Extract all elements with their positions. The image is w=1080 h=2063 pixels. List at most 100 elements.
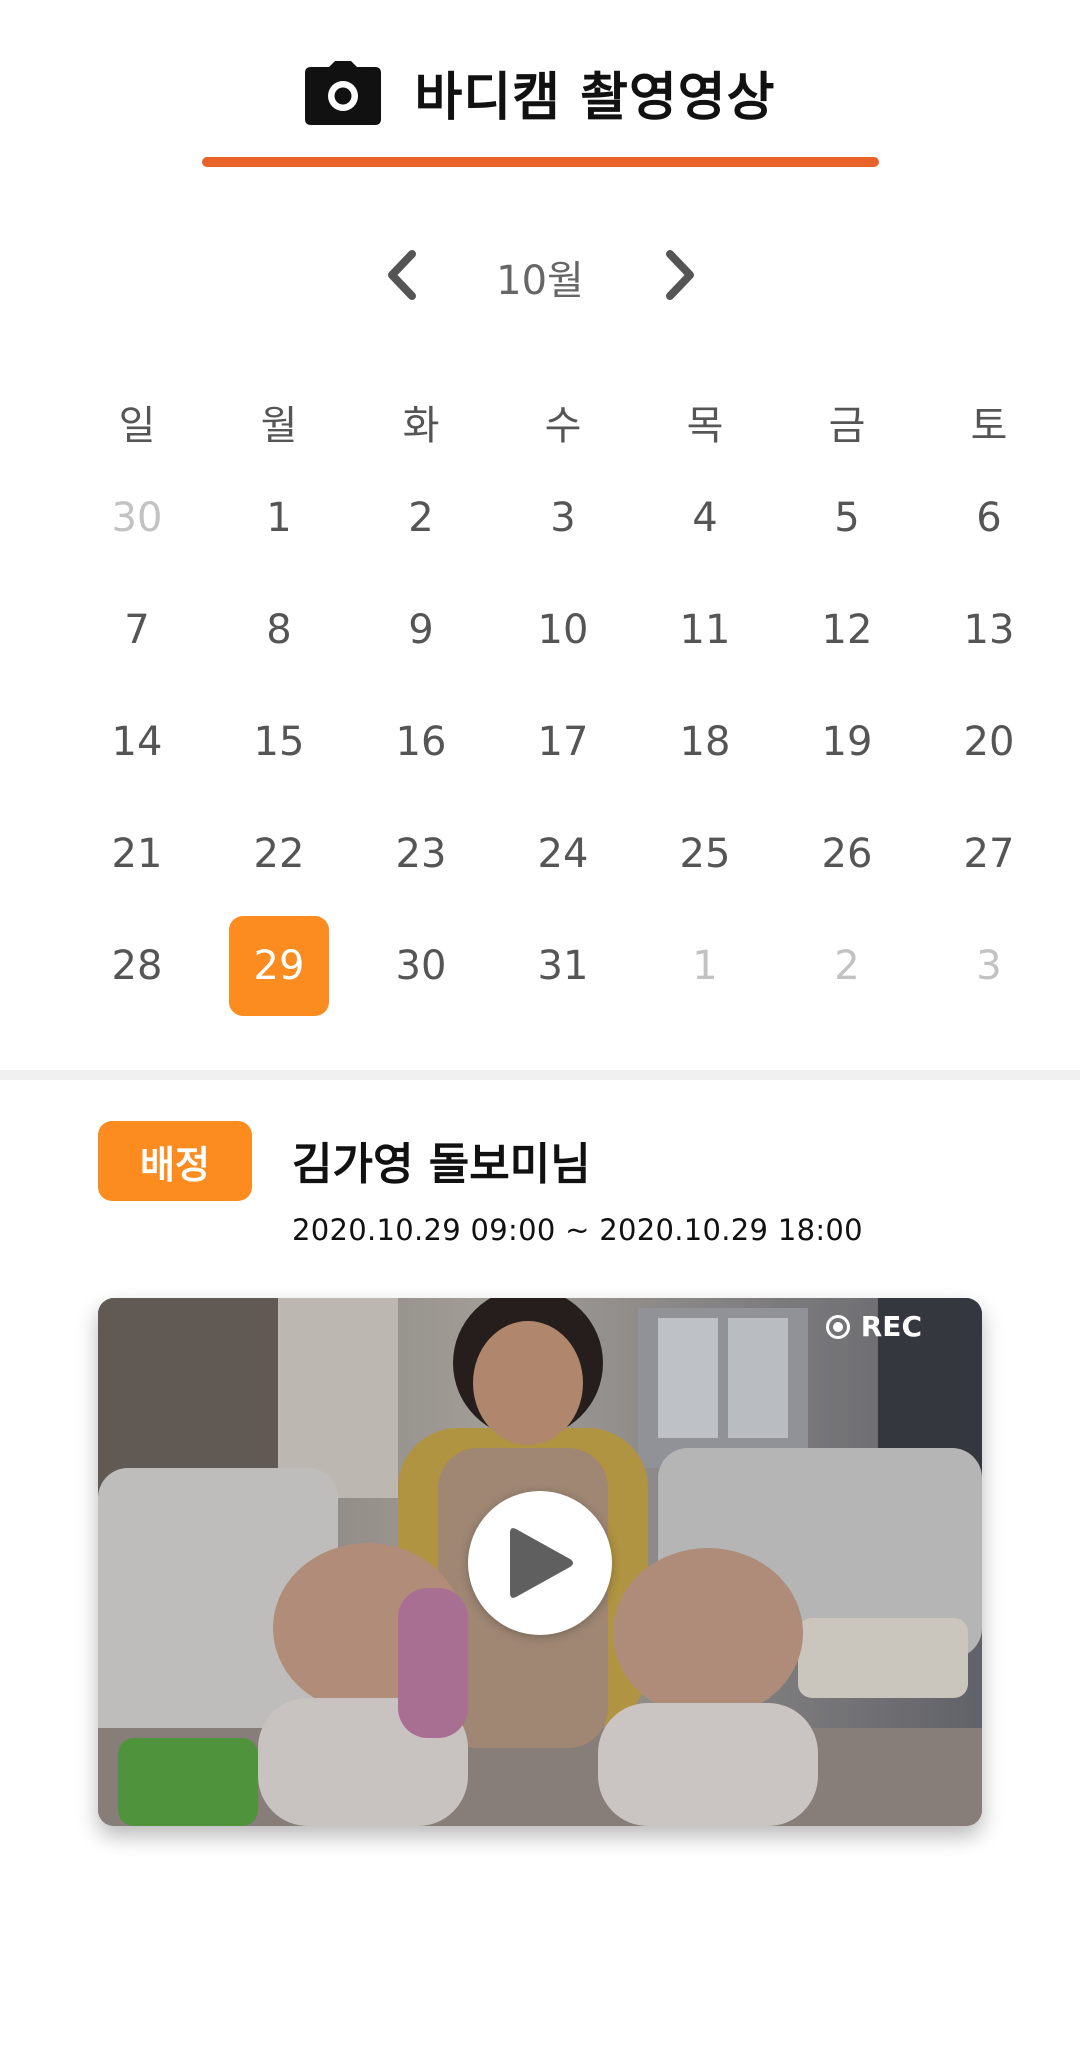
rec-indicator: REC <box>825 1310 922 1343</box>
calendar-day-number: 29 <box>229 916 329 1016</box>
calendar-day-number: 16 <box>395 719 447 765</box>
title-row: 바디캠 촬영영상 <box>0 55 1080 130</box>
calendar-day-number: 11 <box>679 607 731 653</box>
calendar-day[interactable]: 3 <box>492 462 634 574</box>
calendar-day-number: 28 <box>111 943 163 989</box>
calendar-day[interactable]: 3 <box>918 910 1060 1022</box>
record-icon <box>825 1314 850 1339</box>
prev-month-button[interactable] <box>367 240 437 310</box>
calendar-day-number: 9 <box>408 607 434 653</box>
calendar-day-number: 5 <box>834 495 860 541</box>
calendar-day-number: 17 <box>537 719 589 765</box>
calendar-day-selected[interactable]: 29 <box>208 910 350 1022</box>
calendar-day-number: 2 <box>408 495 434 541</box>
calendar-day-number: 2 <box>834 943 860 989</box>
weekday-label: 화 <box>402 403 440 449</box>
calendar-day-number: 30 <box>395 943 447 989</box>
calendar-day[interactable]: 8 <box>208 574 350 686</box>
calendar-day[interactable]: 7 <box>66 574 208 686</box>
calendar-day[interactable]: 2 <box>776 910 918 1022</box>
calendar-day-number: 19 <box>821 719 873 765</box>
calendar-day[interactable]: 10 <box>492 574 634 686</box>
calendar-day[interactable]: 23 <box>350 798 492 910</box>
calendar-day[interactable]: 12 <box>776 574 918 686</box>
calendar-day[interactable]: 24 <box>492 798 634 910</box>
calendar-day[interactable]: 21 <box>66 798 208 910</box>
weekday-label: 토 <box>970 403 1008 449</box>
calendar-day[interactable]: 11 <box>634 574 776 686</box>
calendar-day-number: 13 <box>963 607 1015 653</box>
calendar-day[interactable]: 26 <box>776 798 918 910</box>
calendar-day[interactable]: 5 <box>776 462 918 574</box>
weekday-label: 금 <box>828 403 866 449</box>
weekday-header: 일월화수목금토 <box>66 390 1046 462</box>
calendar-day-number: 10 <box>537 607 589 653</box>
section-divider <box>0 1070 1080 1080</box>
calendar-day-number: 20 <box>963 719 1015 765</box>
calendar-day[interactable]: 1 <box>208 462 350 574</box>
calendar-day-number: 1 <box>692 943 718 989</box>
page-header: 바디캠 촬영영상 <box>0 0 1080 180</box>
assignment-badge: 배정 <box>98 1121 252 1201</box>
calendar-day-number: 15 <box>253 719 305 765</box>
calendar-day[interactable]: 25 <box>634 798 776 910</box>
calendar-day-number: 12 <box>821 607 873 653</box>
calendar: 일월화수목금토 30 1 2 3 4 5 6 7 8 9 10 11 12 13 14 15 16 17 18 19 2… <box>66 390 1046 1022</box>
next-month-button[interactable] <box>645 240 715 310</box>
sitter-name: 김가영 돌보미님 <box>292 1139 591 1190</box>
play-button[interactable] <box>468 1491 612 1635</box>
calendar-day-number: 7 <box>124 607 150 653</box>
calendar-day-number: 6 <box>976 495 1002 541</box>
play-icon <box>510 1528 573 1598</box>
calendar-day-number: 22 <box>253 831 305 877</box>
calendar-day-number: 30 <box>111 495 163 541</box>
calendar-day-number: 21 <box>111 831 163 877</box>
calendar-day[interactable]: 27 <box>918 798 1060 910</box>
calendar-day[interactable]: 2 <box>350 462 492 574</box>
calendar-days: 30 1 2 3 4 5 6 7 8 9 10 11 12 13 14 15 16 17 18 19 20 21 22 23 2… <box>66 462 1046 1022</box>
weekday-label: 수 <box>544 403 582 449</box>
calendar-day-number: 8 <box>266 607 292 653</box>
schedule-time-range: 2020.10.29 09:00 ~ 2020.10.29 18:00 <box>292 1213 863 1247</box>
calendar-day-number: 1 <box>266 495 292 541</box>
calendar-day[interactable]: 6 <box>918 462 1060 574</box>
calendar-day[interactable]: 30 <box>350 910 492 1022</box>
title-underline <box>202 157 879 167</box>
calendar-day[interactable]: 16 <box>350 686 492 798</box>
calendar-day[interactable]: 19 <box>776 686 918 798</box>
calendar-day-number: 24 <box>537 831 589 877</box>
weekday-label: 목 <box>686 403 724 449</box>
calendar-day[interactable]: 9 <box>350 574 492 686</box>
calendar-day[interactable]: 18 <box>634 686 776 798</box>
calendar-day[interactable]: 15 <box>208 686 350 798</box>
calendar-day-number: 27 <box>963 831 1015 877</box>
calendar-day-number: 4 <box>692 495 718 541</box>
calendar-day[interactable]: 20 <box>918 686 1060 798</box>
calendar-day-number: 25 <box>679 831 731 877</box>
calendar-day-number: 26 <box>821 831 873 877</box>
video-thumbnail-card[interactable]: REC <box>98 1298 982 1826</box>
chevron-right-icon <box>666 250 694 300</box>
camera-icon <box>304 60 381 125</box>
calendar-day[interactable]: 13 <box>918 574 1060 686</box>
calendar-day[interactable]: 17 <box>492 686 634 798</box>
calendar-day-number: 3 <box>550 495 576 541</box>
weekday-label: 일 <box>118 403 156 449</box>
calendar-day[interactable]: 28 <box>66 910 208 1022</box>
calendar-day[interactable]: 4 <box>634 462 776 574</box>
month-navigation: 10월 <box>0 240 1080 310</box>
calendar-day[interactable]: 1 <box>634 910 776 1022</box>
calendar-day[interactable]: 31 <box>492 910 634 1022</box>
page-title: 바디캠 촬영영상 <box>414 68 776 128</box>
rec-label: REC <box>860 1310 922 1343</box>
calendar-day-number: 14 <box>111 719 163 765</box>
calendar-day-number: 3 <box>976 943 1002 989</box>
calendar-day[interactable]: 22 <box>208 798 350 910</box>
chevron-left-icon <box>388 250 416 300</box>
calendar-day[interactable]: 30 <box>66 462 208 574</box>
calendar-day[interactable]: 14 <box>66 686 208 798</box>
calendar-day-number: 18 <box>679 719 731 765</box>
month-label: 10월 <box>496 258 584 304</box>
calendar-day-number: 31 <box>537 943 589 989</box>
weekday-label: 월 <box>260 403 298 449</box>
